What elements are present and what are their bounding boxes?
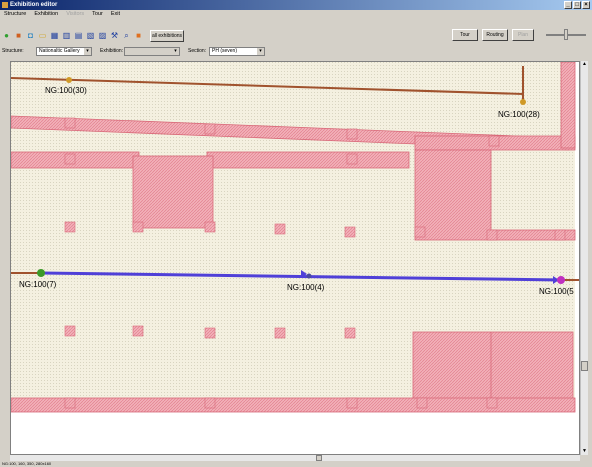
pillar (346, 153, 358, 165)
exhibition-select[interactable]: ▾ (124, 47, 180, 56)
pillar (64, 397, 76, 409)
chevron-down-icon: ▾ (172, 48, 179, 55)
search-icon[interactable]: ⌕ (122, 31, 131, 40)
add-wall-icon[interactable]: ▭ (38, 31, 47, 40)
node-ng-100-5[interactable] (557, 276, 565, 284)
pillar (416, 397, 428, 409)
section-select[interactable]: PH (seven) ▾ (209, 47, 265, 56)
section-label: Section: (188, 48, 207, 54)
zoom-slider[interactable] (546, 29, 586, 40)
pillar (488, 135, 500, 147)
new-structure-icon[interactable]: ● (2, 31, 11, 40)
stop-icon[interactable]: ■ (134, 31, 143, 40)
node-ng-100-7[interactable] (37, 269, 45, 277)
node-label: NG:100(28) (498, 110, 540, 119)
scroll-down-arrow[interactable]: ▼ (581, 448, 588, 455)
minimize-button[interactable]: _ (564, 1, 572, 9)
floor-plan-svg: NG:100(30) NG:100(28) NG:100(7) NG:100(4… (11, 62, 579, 413)
structure-select-value: Nationaltic Gallery (39, 48, 80, 54)
floor-plan-canvas[interactable]: NG:100(30) NG:100(28) NG:100(7) NG:100(4… (10, 61, 580, 455)
add-door-icon[interactable]: ▥ (62, 31, 71, 40)
node-label: NG:100(7) (19, 280, 57, 289)
edit-icon[interactable]: ▨ (98, 31, 107, 40)
app-icon (2, 2, 8, 8)
pillar (274, 327, 286, 339)
node-ng-100-4[interactable] (306, 273, 312, 279)
routing-button[interactable]: Routing (482, 29, 508, 41)
menu-bar: Structure Exhibition Visitors Tour Exit (0, 10, 592, 19)
section-select-value: PH (seven) (212, 48, 238, 54)
room-block (132, 155, 214, 229)
pillar (64, 325, 76, 337)
close-button[interactable]: × (582, 1, 590, 9)
pillar (132, 221, 144, 233)
pillar (64, 117, 76, 129)
exhibition-label: Exhibition: (100, 48, 124, 54)
pillar (414, 226, 426, 238)
menu-exhibition[interactable]: Exhibition (30, 10, 62, 19)
toolbar: ● ■ ◘ ▭ ▦ ▥ ▤ ▧ ▨ ⚒ ⌕ ■ (2, 29, 143, 41)
menu-tour[interactable]: Tour (88, 10, 107, 19)
node-ng-100-30[interactable] (66, 77, 72, 83)
save-icon[interactable]: ◘ (26, 31, 35, 40)
tools-icon[interactable]: ⚒ (110, 31, 119, 40)
chevron-down-icon: ▾ (84, 48, 91, 55)
title-bar: Exhibition editor _ □ × (0, 0, 592, 10)
pillar (274, 223, 286, 235)
pillar (346, 128, 358, 140)
structure-label: Structure: (2, 48, 24, 54)
zoom-slider-thumb[interactable] (564, 29, 568, 40)
pillar (204, 397, 216, 409)
delete-icon[interactable]: ▧ (86, 31, 95, 40)
add-room-icon[interactable]: ▦ (50, 31, 59, 40)
scroll-thumb[interactable] (581, 361, 588, 371)
pillar (554, 229, 566, 241)
pillar (344, 226, 356, 238)
add-object-icon[interactable]: ▤ (74, 31, 83, 40)
open-icon[interactable]: ■ (14, 31, 23, 40)
window-controls: _ □ × (564, 1, 590, 9)
scroll-up-arrow[interactable]: ▲ (581, 61, 588, 68)
structure-select[interactable]: Nationaltic Gallery ▾ (36, 47, 92, 56)
all-exhibitions-button[interactable]: all exhibitions (150, 30, 184, 42)
pillar (204, 123, 216, 135)
pillar (346, 397, 358, 409)
node-label: NG:100(5 (539, 287, 574, 296)
status-bar: NG:100, 160, 350, 280x160 (2, 461, 52, 466)
room-block (412, 331, 574, 403)
plan-button[interactable]: Plan (512, 29, 534, 41)
pillar (64, 221, 76, 233)
pillar (204, 327, 216, 339)
tour-button[interactable]: Tour (452, 29, 478, 41)
wall-band (206, 151, 410, 169)
room-block (414, 149, 492, 241)
pillar (486, 229, 498, 241)
menu-structure[interactable]: Structure (0, 10, 30, 19)
pillar (204, 221, 216, 233)
node-label: NG:100(4) (287, 283, 325, 292)
vertical-scrollbar[interactable]: ▲ ▼ (580, 61, 588, 455)
pillar (344, 327, 356, 339)
pillar (486, 397, 498, 409)
pillar (64, 153, 76, 165)
menu-visitors[interactable]: Visitors (62, 10, 88, 19)
maximize-button[interactable]: □ (573, 1, 581, 9)
node-ng-100-28[interactable] (520, 99, 526, 105)
menu-exit[interactable]: Exit (107, 10, 124, 19)
pillar (132, 325, 144, 337)
node-label: NG:100(30) (45, 86, 87, 95)
wall-band (560, 62, 576, 149)
window-title: Exhibition editor (10, 2, 58, 8)
chevron-down-icon: ▾ (257, 48, 264, 55)
